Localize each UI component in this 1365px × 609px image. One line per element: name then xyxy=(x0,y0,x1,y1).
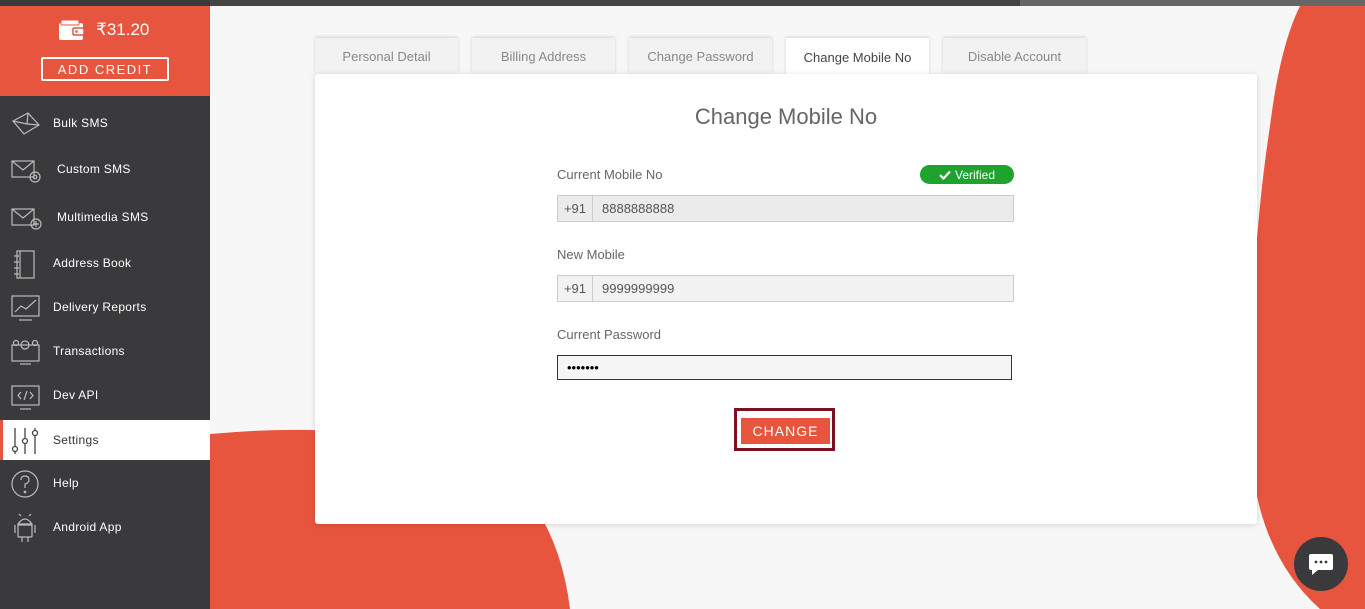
sidebar-item-label: Dev API xyxy=(53,388,99,402)
check-icon xyxy=(939,170,951,180)
change-button[interactable]: CHANGE xyxy=(741,418,830,444)
current-password-input[interactable] xyxy=(557,355,1012,380)
sidebar-item-dev-api[interactable]: Dev API xyxy=(0,375,210,415)
transactions-icon xyxy=(11,339,40,365)
sidebar-item-label: Bulk SMS xyxy=(53,116,109,130)
wallet-panel: ₹31.20 ADD CREDIT xyxy=(0,6,210,96)
sidebar-item-bulk-sms[interactable]: Bulk SMS xyxy=(0,103,210,143)
sidebar-item-settings[interactable]: Settings xyxy=(0,420,210,460)
add-credit-button[interactable]: ADD CREDIT xyxy=(41,57,169,81)
tab-disable-account[interactable]: Disable Account xyxy=(943,38,1086,74)
sidebar: ₹31.20 ADD CREDIT Bulk SMS Custom SMS Mu… xyxy=(0,0,210,609)
sidebar-item-multimedia-sms[interactable]: Multimedia SMS xyxy=(0,197,210,237)
chat-button[interactable] xyxy=(1294,537,1348,591)
sidebar-item-help[interactable]: Help xyxy=(0,463,210,503)
sidebar-item-label: Multimedia SMS xyxy=(57,210,149,224)
verified-badge: Verified xyxy=(920,165,1014,184)
sidebar-item-address-book[interactable]: Address Book xyxy=(0,243,210,283)
sidebar-item-label: Android App xyxy=(53,520,122,534)
new-mobile-label: New Mobile xyxy=(557,247,625,262)
current-mobile-field: +91 xyxy=(557,195,1014,222)
tab-change-mobile-no[interactable]: Change Mobile No xyxy=(786,38,929,76)
change-mobile-card: Change Mobile No Current Mobile No Verif… xyxy=(315,74,1257,524)
current-mobile-input xyxy=(593,196,1013,221)
sidebar-item-android-app[interactable]: Android App xyxy=(0,507,210,547)
sidebar-item-label: Address Book xyxy=(53,256,132,270)
new-mobile-input[interactable] xyxy=(593,276,1013,301)
chat-icon xyxy=(1309,554,1333,575)
wallet-balance: ₹31.20 xyxy=(96,20,150,39)
sidebar-item-transactions[interactable]: Transactions xyxy=(0,331,210,371)
wallet-icon xyxy=(59,19,85,40)
envelope-gear-icon xyxy=(11,160,41,183)
android-icon xyxy=(14,513,36,542)
code-icon xyxy=(11,385,40,410)
sidebar-item-label: Delivery Reports xyxy=(53,300,147,314)
tab-personal-detail[interactable]: Personal Detail xyxy=(315,38,458,74)
envelope-plus-icon xyxy=(11,208,42,230)
page-title: Change Mobile No xyxy=(694,104,878,129)
envelope-icon xyxy=(12,112,40,135)
sidebar-item-custom-sms[interactable]: Custom SMS xyxy=(0,149,210,189)
tab-billing-address[interactable]: Billing Address xyxy=(472,38,615,74)
tab-change-password[interactable]: Change Password xyxy=(629,38,772,74)
current-password-label: Current Password xyxy=(557,327,662,342)
question-icon xyxy=(11,470,39,498)
sidebar-item-delivery-reports[interactable]: Delivery Reports xyxy=(0,287,210,327)
address-book-icon xyxy=(14,250,35,279)
country-code-prefix: +91 xyxy=(558,276,593,301)
sidebar-item-label: Help xyxy=(53,476,79,490)
chart-icon xyxy=(11,295,40,321)
sidebar-item-label: Settings xyxy=(53,433,99,447)
verified-label: Verified xyxy=(954,167,996,182)
sidebar-item-label: Transactions xyxy=(53,344,125,358)
current-mobile-label: Current Mobile No xyxy=(557,167,663,182)
main-content: Personal Detail Billing Address Change P… xyxy=(210,6,1365,609)
new-mobile-field: +91 xyxy=(557,275,1014,302)
country-code-prefix: +91 xyxy=(558,196,593,221)
sidebar-item-label: Custom SMS xyxy=(57,162,131,176)
sliders-icon xyxy=(11,428,39,454)
